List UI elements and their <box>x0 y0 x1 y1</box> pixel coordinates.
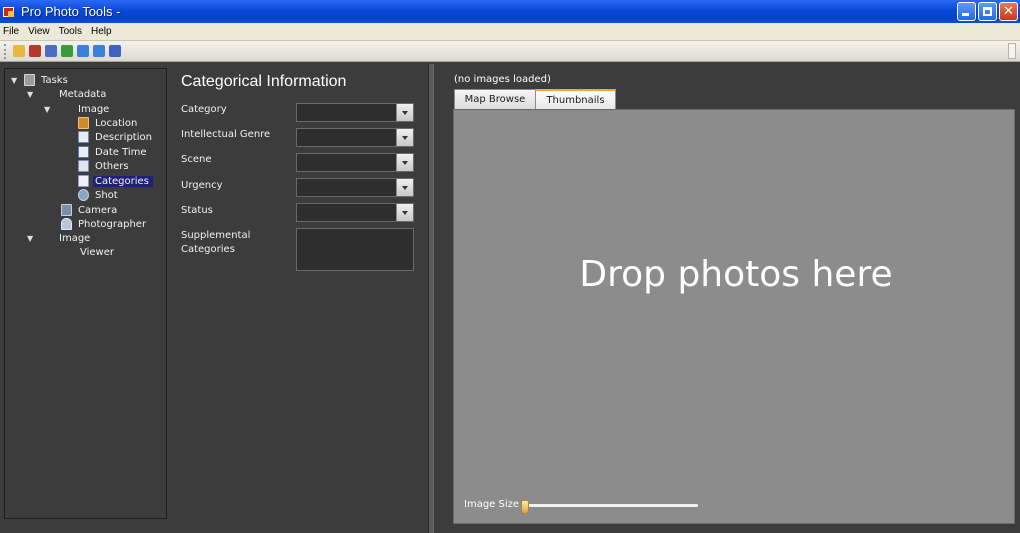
tree-item-date-time[interactable]: Date Time <box>78 145 147 159</box>
tree-item-label: Camera <box>78 204 118 216</box>
title-bar: Pro Photo Tools - ✕ <box>0 0 1020 23</box>
minimize-button[interactable] <box>957 2 976 21</box>
expand-arrow-icon[interactable]: ▼ <box>11 76 20 85</box>
app-icon <box>3 5 17 19</box>
window-title: Pro Photo Tools - <box>21 4 121 19</box>
intellectual-genre-label: Intellectual Genre <box>181 129 271 140</box>
categories-icon <box>78 175 89 187</box>
menu-file[interactable]: File <box>3 26 19 37</box>
task-tree: ▼ Tasks ▼ Metadata ▼ Image Location Desc… <box>4 68 167 519</box>
tree-item-location[interactable]: Location <box>78 116 137 130</box>
help-icon[interactable] <box>109 45 121 57</box>
chevron-down-icon[interactable] <box>396 154 413 171</box>
undo-icon[interactable] <box>77 45 89 57</box>
camera-icon <box>61 204 72 216</box>
tree-item-camera[interactable]: Camera <box>61 203 117 217</box>
category-label: Category <box>181 104 227 115</box>
tree-item-label: Date Time <box>95 146 147 158</box>
expand-arrow-icon[interactable]: ▼ <box>44 105 53 114</box>
close-icon: ✕ <box>1003 4 1014 19</box>
chevron-down-icon[interactable] <box>396 204 413 221</box>
panel-splitter[interactable] <box>428 64 434 533</box>
tree-item-categories[interactable]: Categories <box>78 174 153 188</box>
tab-thumbnails[interactable]: Thumbnails <box>535 89 616 110</box>
urgency-dropdown[interactable] <box>296 178 414 197</box>
status-dropdown[interactable] <box>296 203 414 222</box>
open-icon[interactable] <box>13 45 25 57</box>
bottom-strip <box>436 526 1020 533</box>
menu-tools[interactable]: Tools <box>59 26 82 37</box>
tree-item-label: Shot <box>95 189 118 201</box>
expand-arrow-icon[interactable]: ▼ <box>27 90 36 99</box>
tree-item-photographer[interactable]: Photographer <box>61 217 146 231</box>
upload-icon[interactable] <box>61 45 73 57</box>
toolbar <box>0 41 1020 62</box>
document-icon <box>78 131 89 143</box>
section-title: Categorical Information <box>181 73 347 90</box>
image-size-label: Image Size <box>464 499 520 510</box>
tree-item-label: Description <box>95 131 152 143</box>
list-icon <box>78 160 89 172</box>
tree-item-others[interactable]: Others <box>78 159 129 173</box>
close-button[interactable]: ✕ <box>999 2 1018 21</box>
urgency-label: Urgency <box>181 180 223 191</box>
window-controls: ✕ <box>957 2 1018 21</box>
location-icon <box>78 117 89 129</box>
tree-item-label: Metadata <box>59 88 107 100</box>
tree-item-label: Photographer <box>78 218 147 230</box>
tree-item-viewer[interactable]: Viewer <box>80 245 114 259</box>
tree-item-image-task[interactable]: ▼ Image <box>27 231 90 245</box>
menu-view[interactable]: View <box>28 26 50 37</box>
tree-item-metadata[interactable]: ▼ Metadata <box>27 87 106 101</box>
image-size-slider-track[interactable] <box>526 504 698 507</box>
intellectual-genre-dropdown[interactable] <box>296 128 414 147</box>
restore-icon <box>983 7 992 16</box>
tree-item-shot[interactable]: Shot <box>78 188 118 202</box>
edit-icon[interactable] <box>45 45 57 57</box>
photographer-icon <box>61 218 72 230</box>
tree-item-label: Image <box>78 103 110 115</box>
image-size-slider-thumb[interactable] <box>521 500 529 514</box>
tree-item-label-selected: Categories <box>93 175 153 187</box>
tree-item-label: Viewer <box>80 246 114 258</box>
tree-item-tasks[interactable]: ▼ Tasks <box>11 73 68 87</box>
chevron-down-icon[interactable] <box>396 104 413 121</box>
tasks-icon <box>24 74 35 86</box>
image-status: (no images loaded) <box>454 74 551 85</box>
tree-item-label: Image <box>59 232 91 244</box>
tab-map-browse[interactable]: Map Browse <box>454 89 536 110</box>
menu-help[interactable]: Help <box>91 26 112 37</box>
redo-icon[interactable] <box>93 45 105 57</box>
expand-arrow-icon[interactable]: ▼ <box>27 234 36 243</box>
categories-label: Categories <box>181 244 235 255</box>
calendar-icon <box>78 146 89 158</box>
tree-item-description[interactable]: Description <box>78 130 152 144</box>
tree-item-image[interactable]: ▼ Image <box>44 102 109 116</box>
supplemental-categories-field[interactable] <box>296 228 414 271</box>
toolbar-grip[interactable] <box>4 43 7 59</box>
category-dropdown[interactable] <box>296 103 414 122</box>
toolbar-overflow[interactable] <box>1008 43 1016 59</box>
scene-dropdown[interactable] <box>296 153 414 172</box>
tree-item-label: Others <box>95 160 129 172</box>
supplemental-label: Supplemental <box>181 230 251 241</box>
drop-photos-text: Drop photos here <box>579 254 893 295</box>
shot-icon <box>78 189 89 201</box>
chevron-down-icon[interactable] <box>396 179 413 196</box>
tree-item-label: Tasks <box>41 74 68 86</box>
chevron-down-icon[interactable] <box>396 129 413 146</box>
scene-label: Scene <box>181 154 212 165</box>
minimize-icon <box>962 13 969 16</box>
tree-item-label: Location <box>95 117 138 129</box>
close-file-icon[interactable] <box>29 45 41 57</box>
restore-button[interactable] <box>978 2 997 21</box>
status-label: Status <box>181 205 213 216</box>
menu-bar: File View Tools Help <box>0 23 1020 41</box>
photo-drop-zone[interactable]: Drop photos here Image Size <box>453 109 1015 524</box>
categorical-form: Categorical Information Category Intelle… <box>174 68 426 528</box>
